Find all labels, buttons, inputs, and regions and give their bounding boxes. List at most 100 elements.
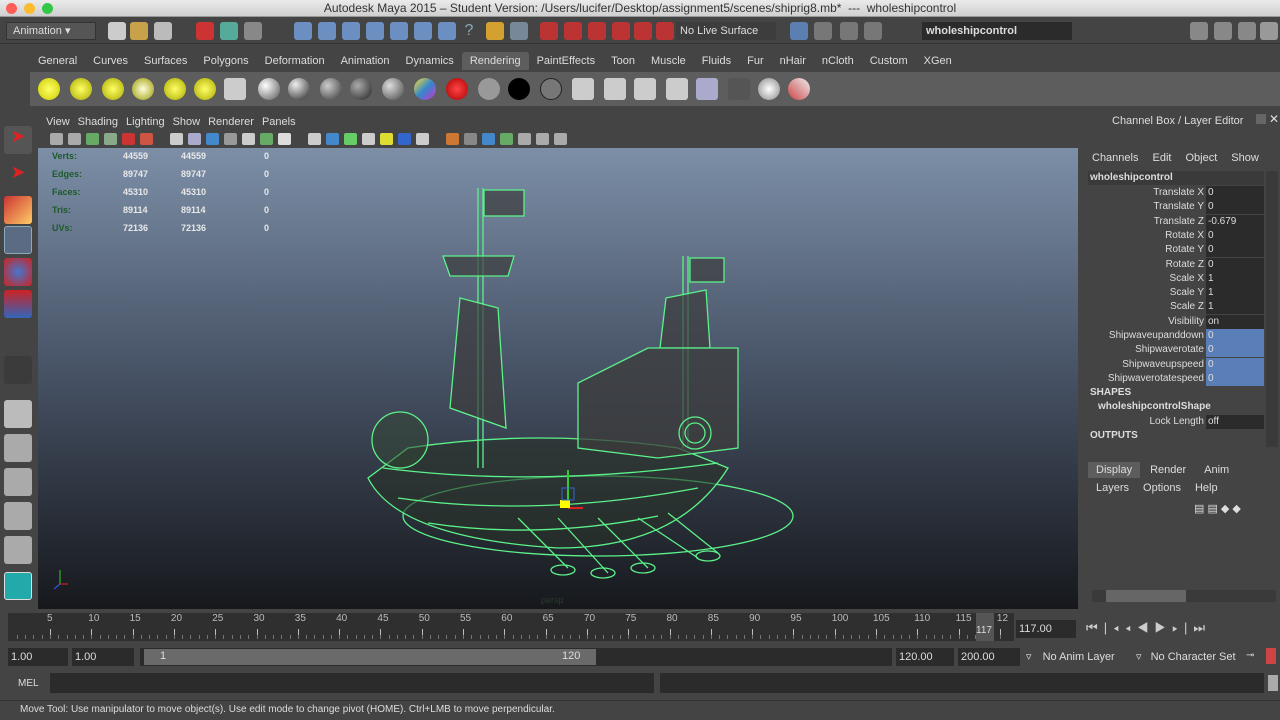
select-component-icon[interactable]: [244, 22, 262, 40]
textured-icon[interactable]: [362, 133, 375, 145]
phong-icon[interactable]: [320, 78, 342, 100]
channel-value[interactable]: 0: [1206, 371, 1264, 386]
snap-deformations-icon[interactable]: [390, 22, 408, 40]
shelf-tab-surfaces[interactable]: Surfaces: [136, 52, 195, 70]
xray-joints-icon[interactable]: [500, 133, 513, 145]
channel-row[interactable]: Shipwaverotate 0: [1088, 343, 1264, 358]
directional-light-icon[interactable]: [70, 78, 92, 100]
step-forward-key-icon[interactable]: ▸|: [1172, 620, 1193, 635]
volume-light-icon[interactable]: [194, 78, 216, 100]
command-input[interactable]: [50, 673, 654, 693]
play-forwards-icon[interactable]: ▶: [1154, 620, 1172, 635]
panel-menu-lighting[interactable]: Lighting: [126, 114, 165, 130]
use-background-icon[interactable]: [508, 78, 530, 100]
screen-space-ao-icon[interactable]: [416, 133, 429, 145]
shelf-tab-curves[interactable]: Curves: [85, 52, 136, 70]
gate-mask-icon[interactable]: [224, 133, 237, 145]
blinn-icon[interactable]: [288, 78, 310, 100]
persp-graph-layout-icon[interactable]: [4, 502, 32, 530]
channel-box-menu-object[interactable]: Object: [1185, 152, 1217, 164]
snap-dynamics-icon[interactable]: [414, 22, 432, 40]
live-surface-field[interactable]: No Live Surface: [676, 22, 776, 40]
auto-key-icon[interactable]: ⊸: [1246, 650, 1254, 661]
channel-value[interactable]: 0: [1206, 186, 1264, 200]
shelf-tab-deformation[interactable]: Deformation: [257, 52, 333, 70]
channel-box-menu-show[interactable]: Show: [1231, 152, 1259, 164]
script-editor-icon[interactable]: [1268, 675, 1278, 691]
select-tool-icon[interactable]: ➤: [4, 126, 32, 154]
save-scene-icon[interactable]: [154, 22, 172, 40]
ambient-light-icon[interactable]: [38, 78, 60, 100]
channel-row[interactable]: Rotate X0: [1088, 228, 1264, 243]
render-view-shelf-icon[interactable]: [728, 78, 750, 100]
channel-box-toggle-icon[interactable]: [1260, 22, 1278, 40]
channel-box-menu-edit[interactable]: Edit: [1152, 152, 1171, 164]
channel-value[interactable]: 0: [1206, 200, 1264, 215]
motion-blur-icon[interactable]: [446, 133, 459, 145]
channel-value[interactable]: 1: [1206, 286, 1264, 301]
lambert-icon[interactable]: [258, 78, 280, 100]
channel-row-lock-length[interactable]: Lock Length off: [1088, 415, 1264, 429]
render-icon[interactable]: [572, 78, 594, 100]
channel-row[interactable]: Scale X1: [1088, 271, 1264, 286]
multisample-aa-icon[interactable]: [464, 133, 477, 145]
shelf-tab-custom[interactable]: Custom: [862, 52, 916, 70]
panel-menu-renderer[interactable]: Renderer: [208, 114, 254, 130]
snap-point-icon[interactable]: [588, 22, 606, 40]
depth-of-field-icon[interactable]: [482, 133, 495, 145]
channel-value[interactable]: 0: [1206, 257, 1264, 272]
channel-row[interactable]: Visibility on: [1088, 314, 1264, 329]
channel-value[interactable]: 0: [1206, 243, 1264, 258]
ipr-icon[interactable]: [604, 78, 626, 100]
wireframe-on-shaded-icon[interactable]: [344, 133, 357, 145]
current-time-field[interactable]: 117.00: [1016, 620, 1076, 638]
highlight-selection-icon[interactable]: [510, 22, 528, 40]
wireframe-icon[interactable]: [308, 133, 321, 145]
channel-row[interactable]: Scale Y1: [1088, 286, 1264, 301]
shape-name[interactable]: wholeshipcontrolShape: [1098, 401, 1211, 412]
snap-curve-icon[interactable]: [564, 22, 582, 40]
channel-row[interactable]: Translate Z -0.679: [1088, 214, 1264, 229]
playback-start-field[interactable]: 1.00: [72, 648, 134, 666]
modeling-toolkit-icon[interactable]: [1190, 22, 1208, 40]
layer-menu-layers[interactable]: Layers: [1096, 482, 1129, 494]
point-light-icon[interactable]: [102, 78, 124, 100]
menu-set-dropdown[interactable]: Animation ▾: [6, 22, 96, 40]
area-light-icon[interactable]: [164, 78, 186, 100]
lasso-tool-icon[interactable]: ➤: [4, 162, 32, 190]
backface-culling-icon[interactable]: [536, 133, 549, 145]
move-tool-icon[interactable]: [4, 226, 32, 254]
camera-attributes-icon[interactable]: [50, 133, 63, 145]
film-gate-icon[interactable]: [188, 133, 201, 145]
panel-menu-shading[interactable]: Shading: [78, 114, 118, 130]
channel-value[interactable]: 0: [1206, 329, 1264, 343]
go-to-end-icon[interactable]: ⏭: [1193, 620, 1211, 635]
step-back-frame-icon[interactable]: ◂: [1125, 620, 1137, 635]
channel-value[interactable]: on: [1206, 314, 1264, 329]
persp-outliner-layout-icon[interactable]: [4, 468, 32, 496]
preferences-icon[interactable]: [1266, 648, 1276, 664]
snap-rendering-icon[interactable]: [438, 22, 456, 40]
shelf-tab-muscle[interactable]: Muscle: [643, 52, 694, 70]
float-panel-icon[interactable]: [1256, 114, 1266, 124]
playback-end-field[interactable]: 120.00: [896, 648, 954, 666]
playback-controls[interactable]: ⏮|◂◂◀▶▸|⏭: [1086, 620, 1280, 636]
layer-scrollbar[interactable]: [1092, 590, 1276, 602]
shelf-tab-xgen[interactable]: XGen: [916, 52, 960, 70]
shadows-icon[interactable]: [398, 133, 411, 145]
selection-name-field[interactable]: wholeshipcontrol: [922, 22, 1072, 40]
shelf-tab-polygons[interactable]: Polygons: [195, 52, 256, 70]
panel-menu-view[interactable]: View: [46, 114, 70, 130]
layer-tab-display[interactable]: Display: [1088, 462, 1141, 478]
ipr-render-icon[interactable]: [840, 22, 858, 40]
ramp-shader-icon[interactable]: [446, 78, 468, 100]
layer-menu-help[interactable]: Help: [1195, 482, 1218, 494]
channel-box-menu-channels[interactable]: Channels: [1092, 152, 1138, 164]
channel-value[interactable]: 0: [1206, 343, 1264, 358]
new-scene-icon[interactable]: [108, 22, 126, 40]
batch-render-icon[interactable]: [634, 78, 656, 100]
current-frame-marker[interactable]: 117: [976, 613, 994, 641]
xray-active-icon[interactable]: [518, 133, 531, 145]
step-back-key-icon[interactable]: |◂: [1104, 620, 1125, 635]
field-chart-icon[interactable]: [242, 133, 255, 145]
